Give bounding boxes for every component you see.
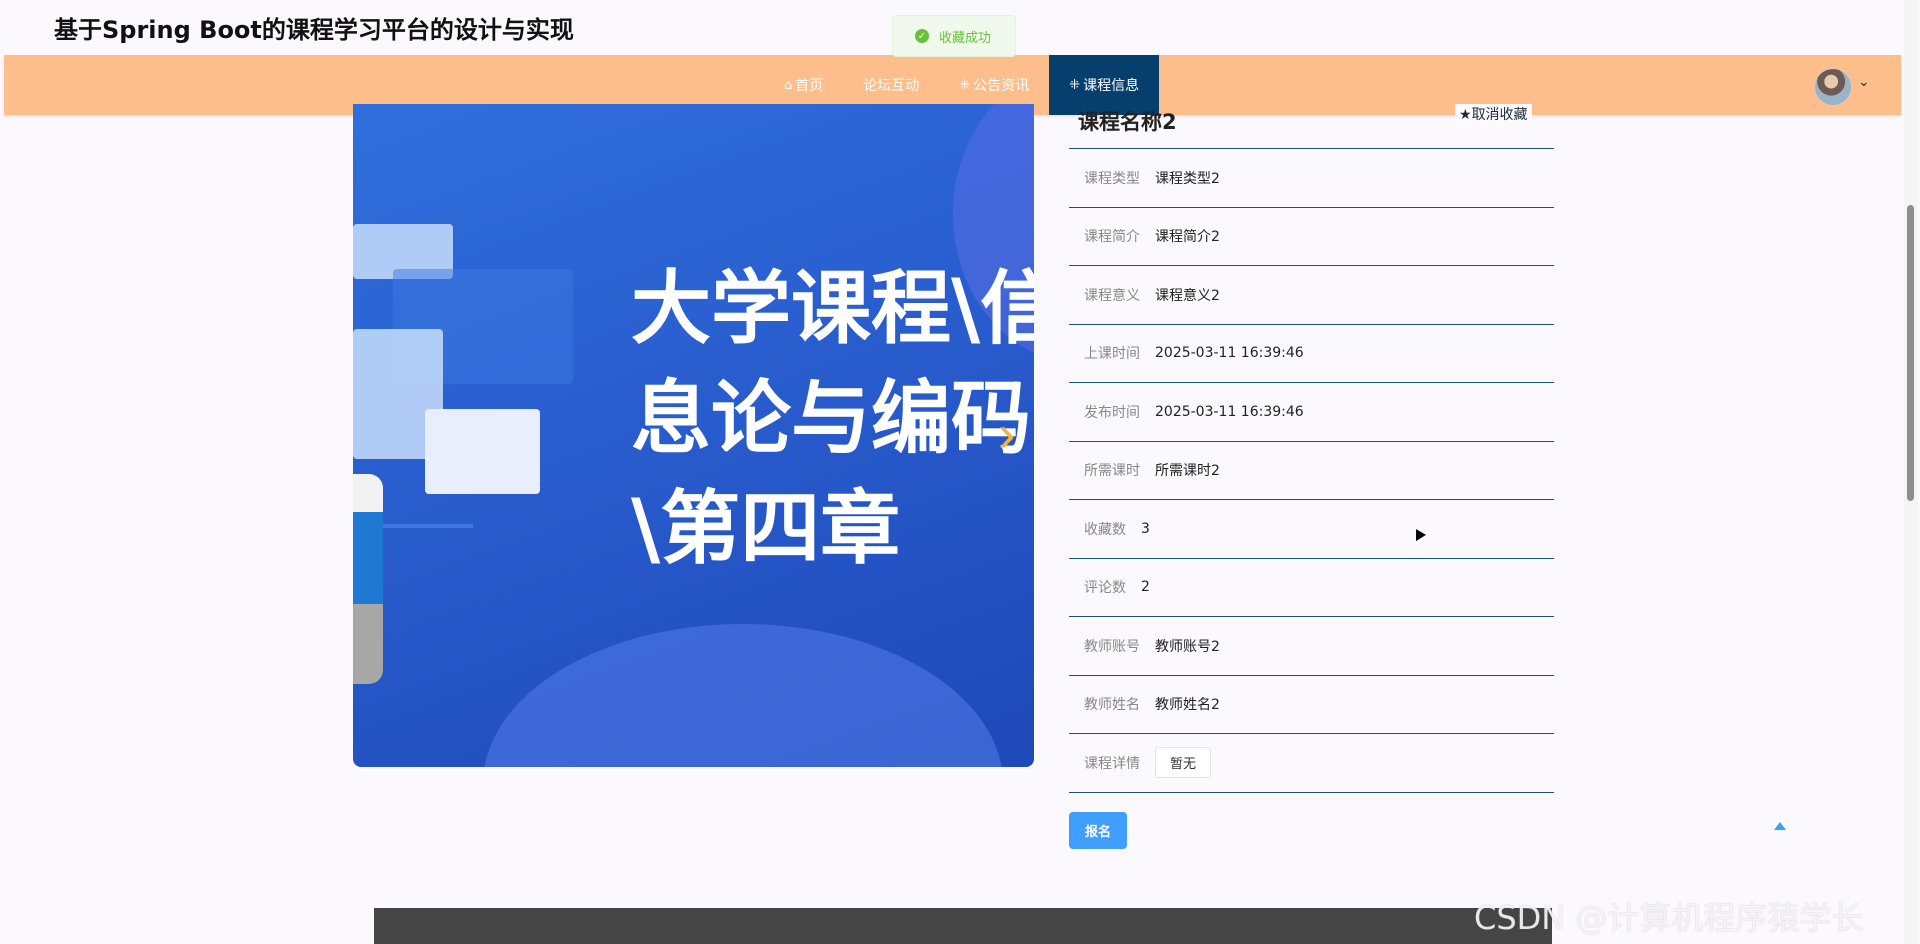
detail-row: 课程意义 课程意义2: [1069, 266, 1554, 325]
detail-row: 课程详情 暂无: [1069, 734, 1554, 793]
chevron-right-icon[interactable]: ›: [998, 404, 1028, 464]
detail-label: 发布时间: [1084, 404, 1140, 421]
detail-value: 教师姓名2: [1155, 697, 1220, 714]
watermark: CSDN @计算机程序猿学长: [1474, 899, 1864, 937]
course-image-carousel[interactable]: 大学课程\信 息论与编码 \第四章 ›: [353, 104, 1034, 767]
detail-label: 教师姓名: [1084, 697, 1140, 714]
detail-value: 2025-03-11 16:39:46: [1155, 403, 1304, 420]
star-icon: ★: [1459, 107, 1472, 123]
image-caption-line: 大学课程\信: [631, 262, 1034, 355]
detail-value: 课程意义2: [1155, 287, 1220, 304]
back-to-top-icon[interactable]: [1774, 822, 1786, 830]
detail-value: 2: [1141, 579, 1150, 596]
nav-item-label: 首页: [795, 78, 824, 94]
detail-row: 收藏数 3: [1069, 500, 1554, 559]
chevron-down-icon[interactable]: ⌄: [1858, 73, 1870, 90]
grid-icon: ⁜: [959, 77, 971, 93]
nav-item-label: 课程信息: [1083, 78, 1140, 94]
site-title: 基于Spring Boot的课程学习平台的设计与实现: [54, 16, 574, 44]
detail-value: 教师账号2: [1155, 638, 1220, 655]
detail-label: 收藏数: [1084, 521, 1126, 538]
detail-row: 课程简介 课程简介2: [1069, 208, 1554, 266]
detail-row: 上课时间 2025-03-11 16:39:46: [1069, 325, 1554, 383]
detail-row: 发布时间 2025-03-11 16:39:46: [1069, 383, 1554, 442]
user-avatar[interactable]: [1814, 68, 1852, 106]
decor-card: [425, 409, 540, 494]
scrollbar-thumb[interactable]: [1907, 205, 1914, 501]
image-caption: 大学课程\信 息论与编码 \第四章: [631, 254, 1034, 584]
detail-value: 所需课时2: [1155, 463, 1220, 480]
detail-label: 课程详情: [1084, 755, 1140, 772]
home-icon: ⌂: [784, 77, 793, 93]
detail-value: 课程简介2: [1155, 229, 1220, 246]
detail-label: 上课时间: [1084, 346, 1140, 363]
detail-value: 3: [1141, 520, 1150, 537]
toast-message: 收藏成功: [939, 30, 992, 46]
image-caption-line: 息论与编码: [631, 372, 1031, 465]
detail-row: 教师姓名 教师姓名2: [1069, 676, 1554, 734]
vertical-scrollbar[interactable]: [1904, 0, 1918, 944]
detail-row: 所需课时 所需课时2: [1069, 442, 1554, 500]
image-caption-line: \第四章: [631, 482, 901, 575]
nav-item-label: 公告资讯: [973, 78, 1030, 94]
check-icon: ✓: [915, 29, 929, 43]
detail-label: 教师账号: [1084, 638, 1140, 655]
detail-label: 课程类型: [1084, 170, 1140, 187]
signup-button[interactable]: 报名: [1069, 812, 1127, 849]
success-toast: ✓ 收藏成功: [892, 15, 1016, 57]
unfavorite-label: 取消收藏: [1471, 107, 1528, 123]
course-title: 课程名称2: [1078, 110, 1177, 134]
detail-value: 课程类型2: [1155, 170, 1220, 187]
grid-icon: ⁜: [1069, 77, 1081, 93]
page-footer: [374, 908, 1552, 944]
detail-tag: 暂无: [1155, 747, 1212, 779]
detail-row: 课程类型 课程类型2: [1069, 149, 1554, 208]
detail-label: 评论数: [1084, 580, 1126, 597]
detail-row: 教师账号 教师账号2: [1069, 617, 1554, 676]
detail-row: 评论数 2: [1069, 559, 1554, 617]
detail-label: 课程意义: [1084, 287, 1140, 304]
detail-label: 所需课时: [1084, 463, 1140, 480]
decor-shape: [483, 624, 1003, 767]
unfavorite-button[interactable]: ★取消收藏: [1455, 104, 1532, 130]
detail-label: 课程简介: [1084, 229, 1140, 246]
nav-item-label: 论坛互动: [863, 78, 920, 94]
person-illustration: [353, 474, 383, 684]
course-details: 课程类型 课程类型2 课程简介 课程简介2 课程意义 课程意义2 上课时间 2025-0…: [1069, 148, 1554, 793]
detail-value: 2025-03-11 16:39:46: [1155, 345, 1304, 362]
